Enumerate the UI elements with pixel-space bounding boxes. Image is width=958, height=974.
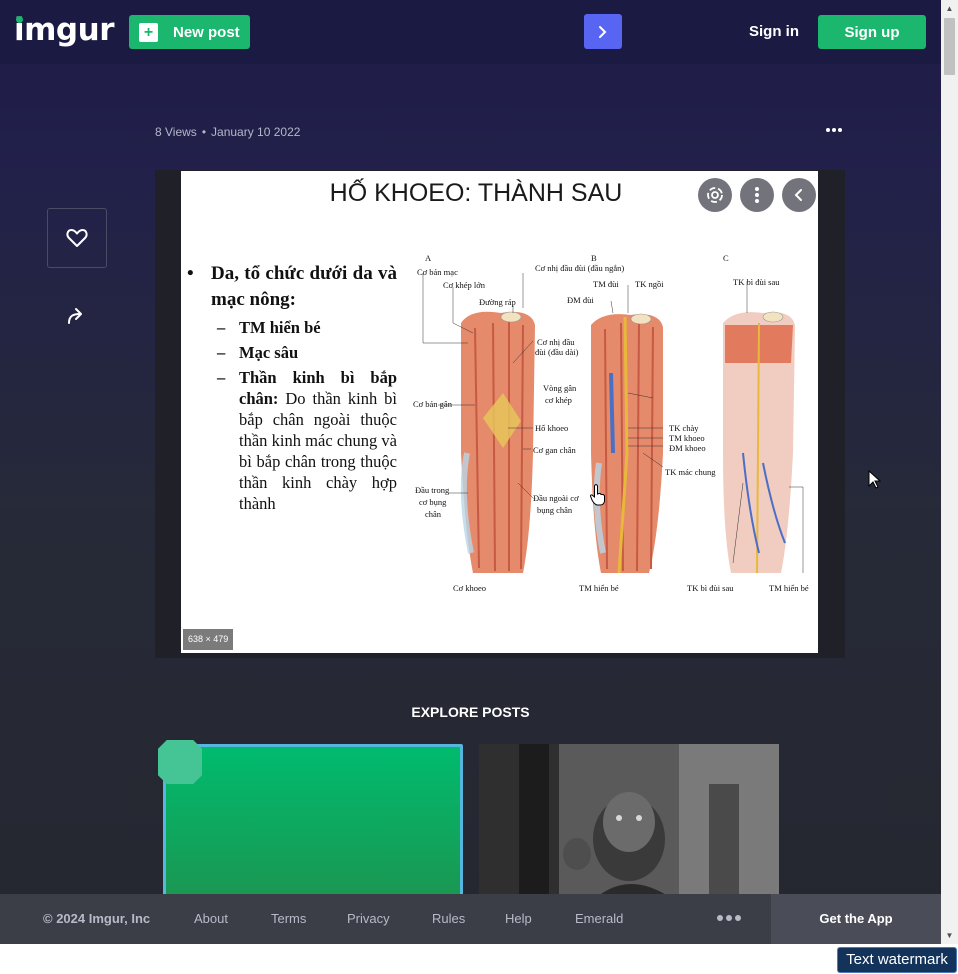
plus-icon: + bbox=[139, 22, 158, 42]
leg-illustration-c bbox=[723, 311, 795, 574]
share-button[interactable] bbox=[61, 300, 93, 332]
sign-in-link[interactable]: Sign in bbox=[749, 23, 799, 40]
label-co-ban-gan: Cơ bán gân bbox=[413, 399, 453, 409]
heart-icon bbox=[66, 229, 88, 247]
slide-sub-bullet: – Thần kinh bì bắp chân: Do thần kinh bì … bbox=[217, 368, 398, 513]
label-tk-bi-dui-sau-bottom: TK bì đùi sau bbox=[687, 583, 734, 593]
label-co-khoeo: Cơ khoeo bbox=[453, 583, 486, 593]
label-dm-dui: ĐM đùi bbox=[567, 295, 594, 305]
image-size-badge: 638 × 479 bbox=[183, 629, 234, 650]
mouse-pointer-icon bbox=[868, 470, 882, 489]
favorite-button[interactable] bbox=[47, 208, 107, 268]
slide-bullet-main: • Da, tổ chức dưới da và mạc nông: bbox=[187, 263, 397, 310]
post-image-container: HỐ KHOEO: THÀNH SAU • Da, tổ chức dưới da… bbox=[155, 170, 845, 658]
scan-icon bbox=[707, 187, 723, 203]
hand-cursor-icon bbox=[589, 484, 605, 506]
share-arrow-icon bbox=[68, 308, 82, 324]
top-navbar: imgur + New post Sign in Sign up bbox=[0, 0, 941, 64]
footer-more-button[interactable] bbox=[717, 915, 741, 921]
label-dau-trong-2: cơ bụng bbox=[419, 497, 447, 507]
label-tm-hien-be-b: TM hiển bé bbox=[579, 583, 619, 593]
slide-title: HỐ KHOEO: THÀNH SAU bbox=[329, 179, 623, 207]
sign-up-button[interactable]: Sign up bbox=[818, 15, 926, 49]
leg-illustration-b bbox=[591, 313, 663, 574]
label-ho-khoeo: Hố khoeo bbox=[535, 423, 568, 433]
label-dau-trong-1: Đầu trong bbox=[415, 485, 450, 495]
chevron-left-icon bbox=[794, 189, 802, 201]
label-co-nhi-dau-dai-1: Cơ nhị đầu bbox=[537, 337, 575, 347]
label-tm-khoeo: TM khoeo bbox=[669, 433, 705, 443]
label-tk-ngoi: TK ngồi bbox=[635, 279, 664, 289]
text-watermark: Text watermark bbox=[837, 947, 957, 973]
next-arrow-button[interactable] bbox=[584, 14, 622, 49]
footer-emerald-link[interactable]: Emerald bbox=[575, 911, 623, 926]
new-post-button[interactable]: + New post bbox=[129, 15, 250, 49]
more-horizontal-icon bbox=[826, 128, 842, 132]
label-dm-khoeo: ĐM khoeo bbox=[669, 443, 706, 453]
label-tk-mac-chung: TK mác chung bbox=[665, 467, 716, 477]
post-date: January 10 2022 bbox=[211, 125, 301, 139]
chevron-right-icon bbox=[599, 25, 607, 38]
post-image[interactable]: HỐ KHOEO: THÀNH SAU • Da, tổ chức dưới da… bbox=[177, 171, 824, 653]
scroll-thumb[interactable] bbox=[944, 18, 955, 75]
logo-dot bbox=[16, 16, 23, 23]
label-dau-ngoai-2: bụng chân bbox=[537, 505, 573, 515]
post-meta: 8 Views • January 10 2022 bbox=[155, 125, 300, 139]
imgur-logo[interactable]: imgur bbox=[14, 12, 114, 48]
slide-bullets: • Da, tổ chức dưới da và mạc nông: – TM hi… bbox=[187, 261, 397, 514]
new-post-label: New post bbox=[173, 23, 240, 41]
footer-help-link[interactable]: Help bbox=[505, 911, 532, 926]
more-vertical-icon bbox=[755, 187, 759, 203]
label-tk-chay: TK chày bbox=[669, 423, 699, 433]
label-dau-ngoai-1: Đầu ngoài cơ bbox=[533, 493, 579, 503]
footer-privacy-link[interactable]: Privacy bbox=[347, 911, 390, 926]
label-co-khep-lon: Cơ khép lớn bbox=[443, 280, 486, 290]
scroll-up-arrow-icon[interactable]: ▲ bbox=[941, 0, 958, 17]
sub-bullet-2-text: Mạc sâu bbox=[239, 343, 299, 362]
bullet-main-text: Da, tổ chức dưới da và mạc nông: bbox=[211, 263, 397, 310]
scroll-down-arrow-icon[interactable]: ▼ bbox=[941, 927, 958, 944]
label-tm-hien-be-c: TM hiển bé bbox=[769, 583, 809, 593]
slide-sub-bullet: – Mạc sâu bbox=[217, 343, 299, 362]
label-vong-gan-1: Vòng gân bbox=[543, 383, 577, 393]
image-menu-button[interactable] bbox=[740, 178, 774, 212]
page: imgur + New post Sign in Sign up 8 Views… bbox=[0, 0, 941, 944]
label-a: A bbox=[425, 253, 432, 263]
anatomy-figure: A B C Cơ bán mạc Cơ khép lớn Đường ráp C… bbox=[413, 253, 809, 593]
label-co-ban-mac: Cơ bán mạc bbox=[417, 267, 458, 277]
label-c: C bbox=[723, 253, 729, 263]
footer-copyright: © 2024 Imgur, Inc bbox=[43, 911, 151, 926]
footer-rules-link[interactable]: Rules bbox=[432, 911, 465, 926]
post-options-button[interactable] bbox=[822, 120, 846, 140]
label-co-nhi-dau-ngan: Cơ nhị đầu đùi (đầu ngắn) bbox=[535, 263, 624, 273]
footer-about-link[interactable]: About bbox=[194, 911, 228, 926]
explore-post-card[interactable] bbox=[479, 744, 779, 904]
footer-terms-link[interactable]: Terms bbox=[271, 911, 306, 926]
label-co-gan-chan: Cơ gan chân bbox=[533, 445, 576, 455]
slide-sub-bullet: – TM hiển bé bbox=[217, 318, 321, 337]
label-vong-gan-2: cơ khép bbox=[545, 395, 572, 405]
meta-separator: • bbox=[201, 125, 207, 139]
photo-thumbnail bbox=[479, 744, 779, 904]
sub-bullet-1-text: TM hiển bé bbox=[239, 318, 321, 337]
label-dau-trong-3: chân bbox=[425, 509, 442, 519]
footer: © 2024 Imgur, Inc About Terms Privacy Ru… bbox=[0, 894, 941, 944]
label-co-nhi-dau-dai-2: đùi (đầu dài) bbox=[535, 347, 579, 357]
vertical-scrollbar[interactable]: ▲ ▼ bbox=[941, 0, 958, 944]
get-the-app-button[interactable]: Get the App bbox=[771, 894, 941, 944]
logo-text: imgur bbox=[14, 12, 114, 48]
label-tk-bi-dui-sau-top: TK bì đùi sau bbox=[733, 277, 780, 287]
visual-search-button[interactable] bbox=[698, 178, 732, 212]
post-badge-icon bbox=[158, 740, 202, 784]
views-count: 8 Views bbox=[155, 125, 197, 139]
explore-posts-heading: EXPLORE POSTS bbox=[411, 704, 530, 720]
explore-post-card[interactable] bbox=[163, 744, 463, 904]
collapse-panel-button[interactable] bbox=[782, 178, 816, 212]
label-b: B bbox=[591, 253, 597, 263]
label-tm-dui: TM đùi bbox=[593, 279, 619, 289]
label-duong-rap: Đường ráp bbox=[479, 297, 516, 307]
